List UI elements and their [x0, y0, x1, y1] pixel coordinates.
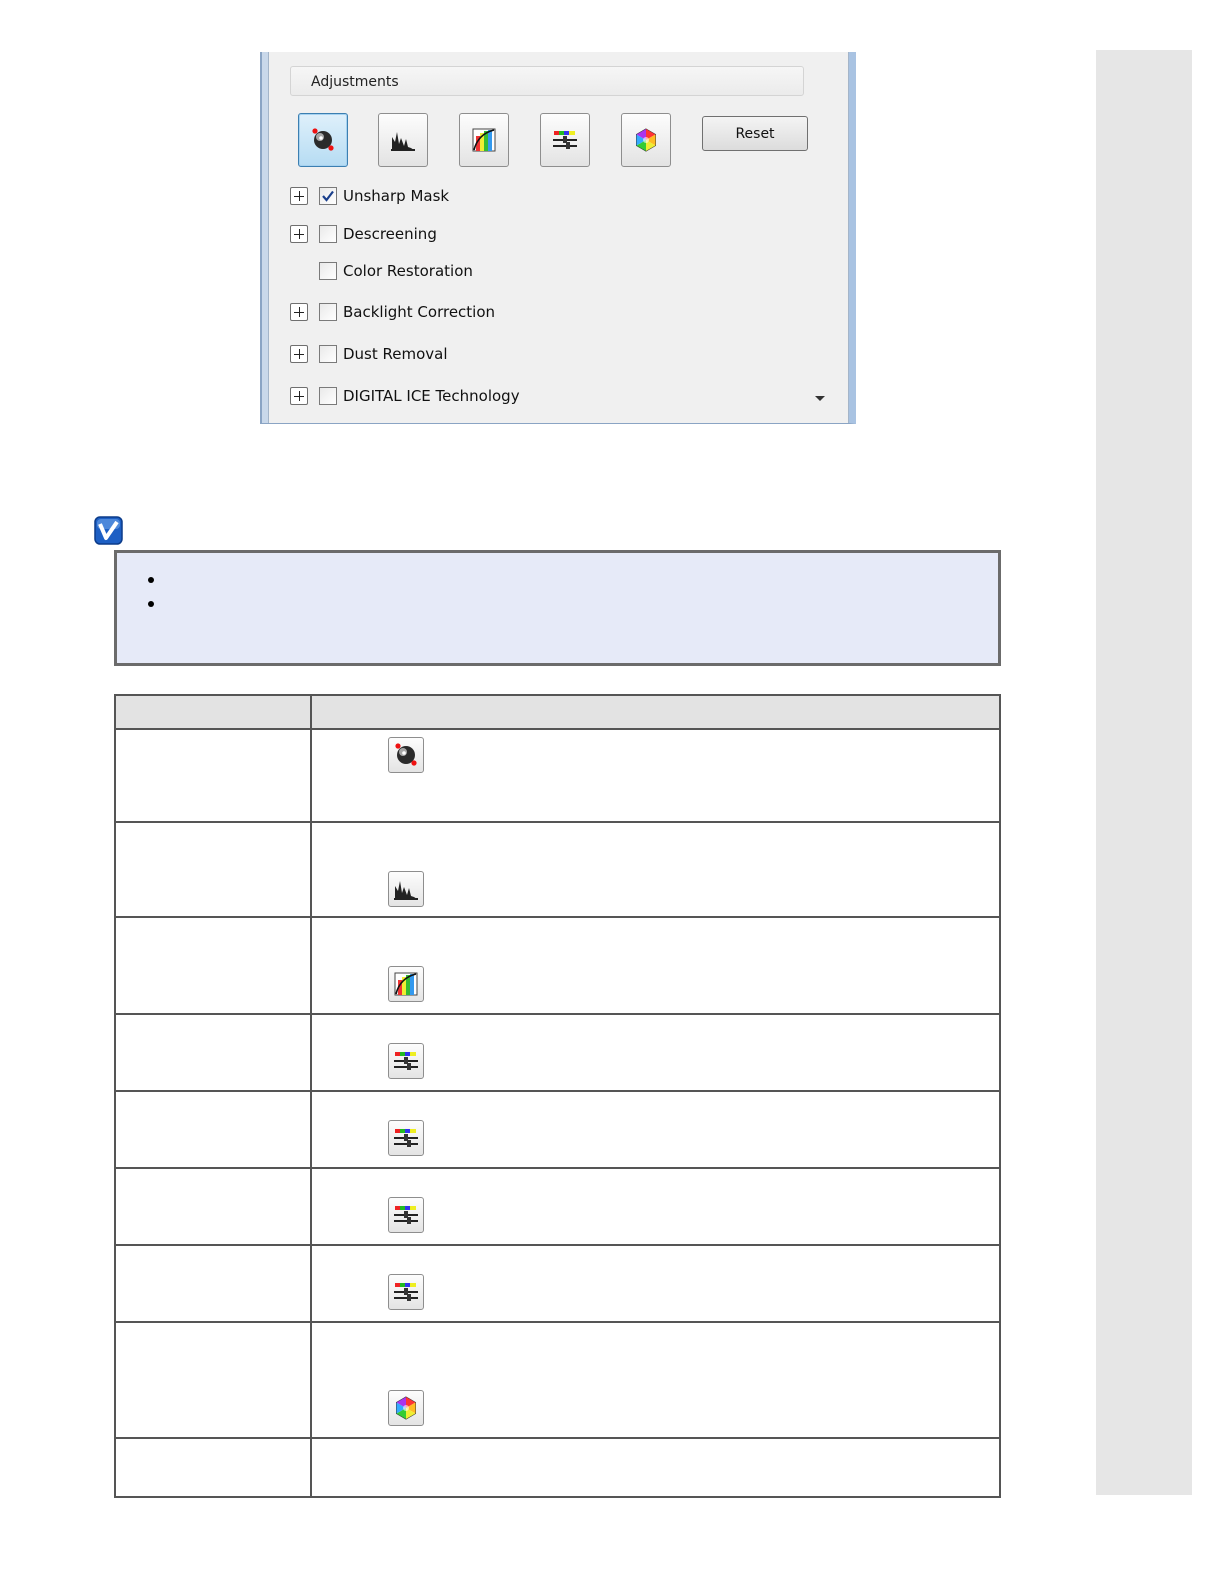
note-box: [114, 550, 1001, 666]
table-row: [114, 1090, 1001, 1169]
table-cell: [310, 1437, 1001, 1498]
color-restoration-checkbox[interactable]: [319, 262, 337, 280]
reset-button-label: Reset: [735, 125, 775, 142]
sliders-icon: [553, 131, 577, 149]
table-cell: [310, 1244, 1001, 1323]
dust-removal-checkbox[interactable]: [319, 345, 337, 363]
option-digital-ice: DIGITAL ICE Technology: [290, 385, 520, 407]
option-descreening: Descreening: [290, 223, 437, 245]
option-unsharp-mask: Unsharp Mask: [290, 185, 449, 207]
table-row: [114, 821, 1001, 918]
table-cell: [114, 1437, 312, 1498]
digital-ice-checkbox[interactable]: [319, 387, 337, 405]
table-row: [114, 1013, 1001, 1092]
table-cell: [114, 1013, 312, 1092]
histogram-icon: [391, 132, 415, 151]
panel-edge: [268, 52, 269, 423]
tone-curve-icon: [472, 128, 496, 152]
sliders-icon: [388, 1120, 424, 1156]
note-checkmark-icon: [94, 516, 123, 545]
tone-curve-icon: [388, 966, 424, 1002]
image-adjustment-tool-button[interactable]: [540, 113, 590, 167]
sphere-icon: [312, 128, 334, 151]
expand-icon[interactable]: [290, 225, 308, 243]
sliders-icon: [388, 1274, 424, 1310]
table-cell: [310, 1090, 1001, 1169]
unsharp-mask-checkbox[interactable]: [319, 187, 337, 205]
table-cell: [310, 916, 1001, 1015]
option-label: Unsharp Mask: [343, 187, 450, 205]
table-header-row: [114, 694, 1001, 730]
histogram-icon: [388, 871, 424, 907]
table-cell: [114, 728, 312, 823]
sliders-icon: [388, 1197, 424, 1233]
color-wheel-icon: [636, 128, 656, 152]
sphere-icon: [388, 737, 424, 773]
option-backlight-correction: Backlight Correction: [290, 301, 495, 323]
color-wheel-icon: [388, 1390, 424, 1426]
option-color-restoration: Color Restoration: [290, 260, 473, 282]
expand-icon[interactable]: [290, 345, 308, 363]
checkmark-icon: [322, 190, 334, 202]
table-row: [114, 1244, 1001, 1323]
unsharp-mask-tool-button[interactable]: [298, 113, 348, 167]
panel-edge: [848, 52, 849, 423]
table-row: [114, 728, 1001, 823]
table-cell: [114, 916, 312, 1015]
adjustments-table: [114, 694, 1001, 1498]
right-sidebar-pane: [1096, 50, 1192, 1495]
sliders-icon: [388, 1043, 424, 1079]
note-bullet: [148, 577, 154, 583]
option-dust-removal: Dust Removal: [290, 343, 448, 365]
option-label: Dust Removal: [343, 345, 448, 363]
expander-spacer: [290, 262, 308, 280]
adjustments-title: Adjustments: [311, 74, 399, 90]
descreening-checkbox[interactable]: [319, 225, 337, 243]
table-cell: [310, 821, 1001, 918]
adjustments-panel: Adjustments Reset Unsharp Mask Descreeni…: [260, 52, 856, 424]
tone-curve-tool-button[interactable]: [459, 113, 509, 167]
table-cell: [114, 1090, 312, 1169]
color-palette-tool-button[interactable]: [621, 113, 671, 167]
table-row: [114, 916, 1001, 1015]
note-bullet: [148, 601, 154, 607]
expand-icon[interactable]: [290, 387, 308, 405]
option-label: Color Restoration: [343, 262, 473, 280]
table-header-cell: [114, 694, 312, 730]
table-header-cell: [310, 694, 1001, 730]
table-row: [114, 1437, 1001, 1498]
option-label: Backlight Correction: [343, 303, 496, 321]
histogram-tool-button[interactable]: [378, 113, 428, 167]
expand-icon[interactable]: [290, 187, 308, 205]
expand-icon[interactable]: [290, 303, 308, 321]
table-cell: [114, 821, 312, 918]
adjustments-header: Adjustments: [290, 66, 804, 96]
table-cell: [114, 1167, 312, 1246]
table-cell: [114, 1244, 312, 1323]
table-row: [114, 1167, 1001, 1246]
option-label: Descreening: [343, 225, 437, 243]
table-cell: [310, 1013, 1001, 1092]
table-row: [114, 1321, 1001, 1439]
table-cell: [310, 728, 1001, 823]
reset-button[interactable]: Reset: [702, 116, 808, 151]
backlight-correction-checkbox[interactable]: [319, 303, 337, 321]
table-cell: [310, 1321, 1001, 1439]
option-label: DIGITAL ICE Technology: [343, 387, 520, 405]
table-cell: [114, 1321, 312, 1439]
scroll-down-arrow-icon[interactable]: [815, 396, 825, 401]
table-cell: [310, 1167, 1001, 1246]
